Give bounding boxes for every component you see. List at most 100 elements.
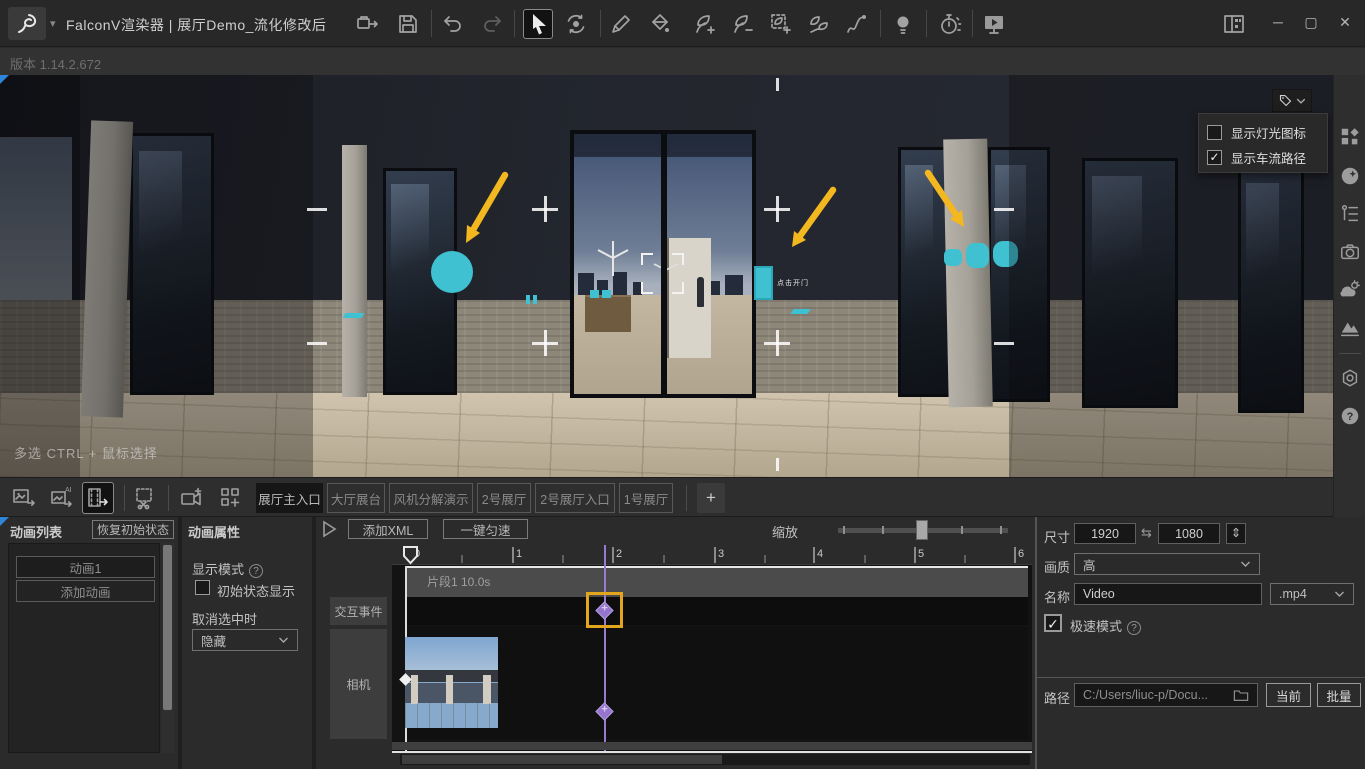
camera-tab-1[interactable]: 大厅展台 xyxy=(327,483,385,513)
animation-list-scrollbar[interactable] xyxy=(162,543,174,753)
timeline-ruler[interactable] xyxy=(392,544,1032,565)
svg-text:?: ? xyxy=(1347,411,1354,423)
reset-initial-state-button[interactable]: 恢复初始状态 xyxy=(92,520,174,539)
play-button[interactable] xyxy=(320,520,338,538)
light-icons-checkbox[interactable] xyxy=(1207,125,1222,140)
traffic-marker-blob[interactable] xyxy=(944,249,962,266)
deselect-mode-select[interactable]: 隐藏 xyxy=(192,629,298,651)
turbo-mode-checkbox[interactable]: ✓ xyxy=(1044,614,1062,632)
camera-add-button[interactable] xyxy=(180,486,204,510)
minimize-button[interactable]: ─ xyxy=(1267,14,1289,30)
swap-size-icon[interactable]: ⇆ xyxy=(1141,525,1152,541)
vegetation-add-button[interactable] xyxy=(693,12,717,36)
zoom-slider-track[interactable] xyxy=(838,528,1008,533)
current-export-button[interactable]: 当前 xyxy=(1266,683,1311,707)
camera-tab-2[interactable]: 风机分解演示 xyxy=(389,483,473,513)
aspect-lock-button[interactable]: ⇕ xyxy=(1226,523,1246,544)
material-sphere-icon xyxy=(1339,165,1361,187)
camera-panel-button[interactable] xyxy=(1339,241,1361,263)
timer-tool-button[interactable] xyxy=(938,12,962,36)
vegetation-select-add-button[interactable] xyxy=(769,12,793,36)
traffic-path-checkbox[interactable]: ✓ xyxy=(1207,150,1222,165)
camera-tab-0[interactable]: 展厅主入口 xyxy=(256,483,323,513)
focus-corner-marker xyxy=(0,75,9,84)
layout-grid-button[interactable] xyxy=(1222,12,1246,36)
app-menu-chevron-icon[interactable]: ▾ xyxy=(50,17,56,30)
output-path-field[interactable]: C:/Users/liuc-p/Docu... xyxy=(1074,683,1258,707)
menu-item-light-icons[interactable]: 显示灯光图标 xyxy=(1207,122,1306,142)
door-trigger-marker[interactable] xyxy=(754,266,773,300)
height-input[interactable] xyxy=(1158,523,1220,544)
timeline-clip[interactable]: 片段1 10.0s xyxy=(405,568,1028,597)
camera-keyframe-thumbnail[interactable] xyxy=(405,637,498,728)
timeline-scrollbar-thumb[interactable] xyxy=(402,755,722,764)
traffic-marker-circle[interactable] xyxy=(431,251,473,293)
material-panel-button[interactable] xyxy=(1339,165,1361,187)
initial-state-checkbox[interactable] xyxy=(195,580,210,595)
viewport-3d[interactable]: 点击开门 xyxy=(0,75,1333,477)
multiview-add-button[interactable] xyxy=(219,486,243,510)
export-exe-button[interactable] xyxy=(356,12,380,36)
video-name-input[interactable] xyxy=(1074,583,1262,605)
image-export-button[interactable] xyxy=(12,486,36,510)
file-ext-select[interactable]: .mp4 xyxy=(1270,583,1354,605)
right-sidebar: ? xyxy=(1333,75,1365,517)
scene-outline-button[interactable] xyxy=(1339,203,1361,225)
camera-track[interactable] xyxy=(405,627,1028,739)
crop-capture-button[interactable] xyxy=(133,486,157,510)
select-pointer-button[interactable] xyxy=(524,10,552,38)
menu-item-traffic-path[interactable]: ✓ 显示车流路径 xyxy=(1207,147,1306,167)
camera-tab-3[interactable]: 2号展厅 xyxy=(477,483,531,513)
toolbar-separator xyxy=(972,10,973,37)
turbo-help-icon[interactable]: ? xyxy=(1127,621,1141,635)
camera-tab-4[interactable]: 2号展厅入口 xyxy=(535,483,615,513)
size-label: 尺寸 xyxy=(1044,527,1070,546)
vegetation-remove-button[interactable] xyxy=(731,12,755,36)
interaction-track[interactable] xyxy=(405,597,1028,625)
playhead[interactable] xyxy=(402,545,419,565)
animation-item-1[interactable]: 动画1 xyxy=(16,556,155,578)
image-ai-export-button[interactable]: AI xyxy=(50,486,74,510)
add-camera-tab-button[interactable]: + xyxy=(697,483,725,513)
light-tool-button[interactable] xyxy=(891,12,915,36)
fill-tool-button[interactable] xyxy=(648,12,672,36)
assets-panel-button[interactable] xyxy=(1339,126,1361,148)
add-animation-button[interactable]: 添加动画 xyxy=(16,580,155,602)
video-player-button[interactable] xyxy=(982,12,1006,36)
camera-tab-5[interactable]: 1号展厅 xyxy=(619,483,673,513)
folder-icon[interactable] xyxy=(1233,688,1249,702)
video-export-button[interactable] xyxy=(83,483,113,513)
width-input[interactable] xyxy=(1074,523,1136,544)
batch-export-button[interactable]: 批量 xyxy=(1317,683,1361,707)
traffic-marker-blob[interactable] xyxy=(966,243,989,268)
vegetation-brush-button[interactable] xyxy=(807,12,831,36)
display-options-button[interactable] xyxy=(1272,89,1312,112)
app-menu-button[interactable] xyxy=(8,7,46,40)
zoom-slider-handle[interactable] xyxy=(916,520,928,540)
pen-tool-button[interactable] xyxy=(609,12,633,36)
orbit-tool-button[interactable] xyxy=(564,12,588,36)
settings-button[interactable] xyxy=(1339,367,1361,389)
add-xml-button[interactable]: 添加XML xyxy=(348,519,428,539)
thirds-guide-edge xyxy=(307,342,327,345)
close-button[interactable]: ✕ xyxy=(1334,14,1356,31)
uniform-speed-button[interactable]: 一键匀速 xyxy=(443,519,528,539)
weather-panel-button[interactable] xyxy=(1339,279,1361,301)
capture-center-tick-bottom xyxy=(776,458,779,471)
falconv-logo-icon xyxy=(15,12,39,36)
redo-button[interactable] xyxy=(480,12,504,36)
track-label-interaction: 交互事件 xyxy=(330,597,387,625)
path-draw-icon xyxy=(845,12,869,36)
timeline-scrollbar[interactable] xyxy=(400,754,1030,765)
chevron-down-icon xyxy=(1240,560,1251,568)
help-button[interactable]: ? xyxy=(1339,405,1361,427)
quality-select[interactable]: 高 xyxy=(1074,553,1260,575)
undo-button[interactable] xyxy=(441,12,465,36)
path-draw-button[interactable] xyxy=(845,12,869,36)
terrain-panel-button[interactable] xyxy=(1339,317,1361,339)
quality-label: 画质 xyxy=(1044,557,1070,576)
maximize-button[interactable]: ▢ xyxy=(1300,14,1322,31)
save-button[interactable] xyxy=(396,12,420,36)
display-mode-help-icon[interactable]: ? xyxy=(249,564,263,578)
ruler-number: 6 xyxy=(1018,548,1024,560)
